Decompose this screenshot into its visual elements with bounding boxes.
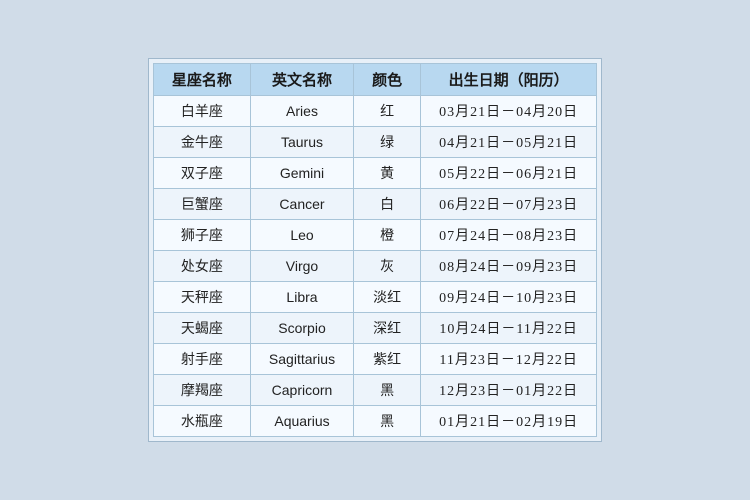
col-header-english: 英文名称 <box>250 64 353 96</box>
cell-color: 白 <box>354 189 421 220</box>
table-row: 白羊座Aries红03月21日－04月20日 <box>153 96 596 127</box>
cell-color: 绿 <box>354 127 421 158</box>
cell-chinese: 水瓶座 <box>153 406 250 437</box>
table-row: 金牛座Taurus绿04月21日－05月21日 <box>153 127 596 158</box>
cell-dates: 11月23日－12月22日 <box>421 344 597 375</box>
cell-color: 黑 <box>354 406 421 437</box>
table-header-row: 星座名称 英文名称 颜色 出生日期（阳历） <box>153 64 596 96</box>
cell-dates: 04月21日－05月21日 <box>421 127 597 158</box>
cell-dates: 03月21日－04月20日 <box>421 96 597 127</box>
cell-dates: 09月24日－10月23日 <box>421 282 597 313</box>
cell-english: Sagittarius <box>250 344 353 375</box>
table-row: 狮子座Leo橙07月24日－08月23日 <box>153 220 596 251</box>
cell-english: Taurus <box>250 127 353 158</box>
cell-english: Libra <box>250 282 353 313</box>
cell-chinese: 天秤座 <box>153 282 250 313</box>
cell-english: Aquarius <box>250 406 353 437</box>
cell-chinese: 狮子座 <box>153 220 250 251</box>
cell-chinese: 处女座 <box>153 251 250 282</box>
cell-english: Aries <box>250 96 353 127</box>
cell-color: 深红 <box>354 313 421 344</box>
cell-english: Scorpio <box>250 313 353 344</box>
cell-color: 灰 <box>354 251 421 282</box>
table-row: 双子座Gemini黄05月22日－06月21日 <box>153 158 596 189</box>
cell-color: 紫红 <box>354 344 421 375</box>
col-header-chinese: 星座名称 <box>153 64 250 96</box>
table-row: 射手座Sagittarius紫红11月23日－12月22日 <box>153 344 596 375</box>
cell-chinese: 天蝎座 <box>153 313 250 344</box>
zodiac-table-wrapper: 星座名称 英文名称 颜色 出生日期（阳历） 白羊座Aries红03月21日－04… <box>148 58 602 442</box>
cell-english: Capricorn <box>250 375 353 406</box>
table-row: 天秤座Libra淡红09月24日－10月23日 <box>153 282 596 313</box>
cell-color: 橙 <box>354 220 421 251</box>
cell-english: Cancer <box>250 189 353 220</box>
cell-dates: 01月21日－02月19日 <box>421 406 597 437</box>
table-row: 天蝎座Scorpio深红10月24日－11月22日 <box>153 313 596 344</box>
cell-dates: 10月24日－11月22日 <box>421 313 597 344</box>
table-row: 巨蟹座Cancer白06月22日－07月23日 <box>153 189 596 220</box>
cell-chinese: 白羊座 <box>153 96 250 127</box>
cell-color: 黄 <box>354 158 421 189</box>
cell-english: Virgo <box>250 251 353 282</box>
col-header-dates: 出生日期（阳历） <box>421 64 597 96</box>
cell-color: 红 <box>354 96 421 127</box>
zodiac-table: 星座名称 英文名称 颜色 出生日期（阳历） 白羊座Aries红03月21日－04… <box>153 63 597 437</box>
cell-dates: 05月22日－06月21日 <box>421 158 597 189</box>
table-row: 处女座Virgo灰08月24日－09月23日 <box>153 251 596 282</box>
table-row: 水瓶座Aquarius黑01月21日－02月19日 <box>153 406 596 437</box>
cell-english: Gemini <box>250 158 353 189</box>
table-row: 摩羯座Capricorn黑12月23日－01月22日 <box>153 375 596 406</box>
cell-dates: 12月23日－01月22日 <box>421 375 597 406</box>
cell-chinese: 摩羯座 <box>153 375 250 406</box>
cell-chinese: 巨蟹座 <box>153 189 250 220</box>
cell-english: Leo <box>250 220 353 251</box>
cell-dates: 08月24日－09月23日 <box>421 251 597 282</box>
cell-color: 淡红 <box>354 282 421 313</box>
cell-dates: 06月22日－07月23日 <box>421 189 597 220</box>
cell-dates: 07月24日－08月23日 <box>421 220 597 251</box>
cell-chinese: 金牛座 <box>153 127 250 158</box>
col-header-color: 颜色 <box>354 64 421 96</box>
cell-chinese: 双子座 <box>153 158 250 189</box>
cell-chinese: 射手座 <box>153 344 250 375</box>
cell-color: 黑 <box>354 375 421 406</box>
